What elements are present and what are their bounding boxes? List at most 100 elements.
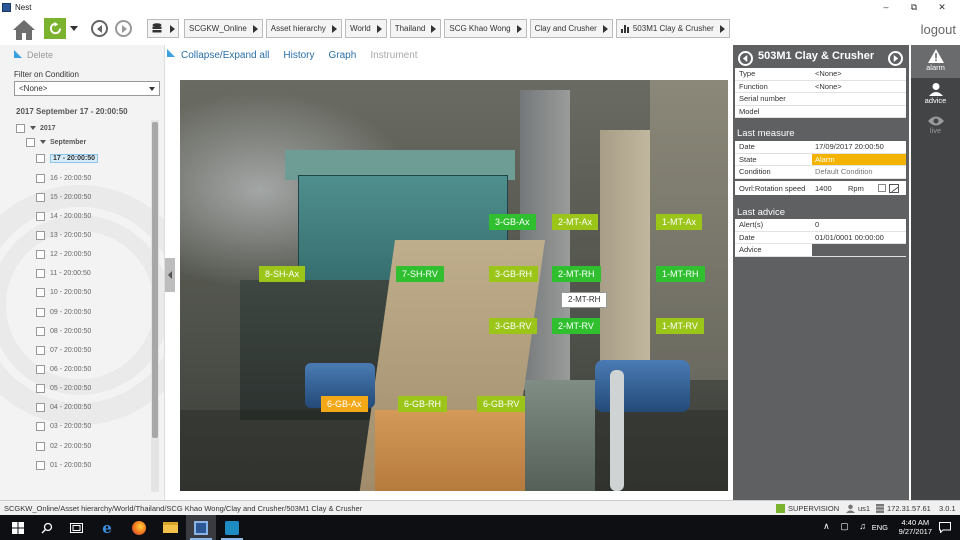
taskbar-search-button[interactable] [32, 515, 62, 540]
measurement-point-6-gb-rh[interactable]: 6-GB-RH [398, 396, 448, 412]
measurement-point-7-sh-rv[interactable]: 7-SH-RV [396, 266, 444, 282]
tree-checkbox[interactable] [36, 422, 45, 432]
measurement-point-1-mt-rh[interactable]: 1-MT-RH [656, 266, 705, 282]
tree-date-item[interactable]: 11 - 20:00:50 [36, 268, 91, 280]
tree-checkbox[interactable] [36, 153, 45, 163]
tree-date-item[interactable]: 08 - 20:00:50 [36, 325, 91, 337]
close-button[interactable]: ✕ [930, 0, 954, 14]
tree-checkbox[interactable] [36, 250, 45, 260]
tree-date-item[interactable]: 13 - 20:00:50 [36, 229, 91, 241]
tree-date-item[interactable]: 16 - 20:00:50 [36, 172, 91, 184]
tree-year-2017[interactable]: 2017 [16, 122, 56, 134]
tree-checkbox[interactable] [36, 326, 45, 336]
start-button[interactable] [3, 515, 33, 540]
tree-date-item[interactable]: 05 - 20:00:50 [36, 383, 91, 395]
breadcrumb-item[interactable]: World [344, 19, 387, 38]
expand-down-icon[interactable] [30, 126, 36, 130]
side-nav-live[interactable]: live [911, 116, 960, 146]
logout-link[interactable]: logout [921, 22, 956, 37]
tree-checkbox[interactable] [36, 230, 45, 240]
tree-date-item[interactable]: 14 - 20:00:50 [36, 210, 91, 222]
collapse-panel-handle[interactable] [165, 258, 175, 292]
taskbar-firefox-button[interactable] [124, 515, 154, 540]
previous-asset-button[interactable] [738, 51, 753, 66]
delete-button[interactable]: Delete [27, 50, 53, 60]
measurement-point-2-mt-rh[interactable]: 2-MT-RH [552, 266, 601, 282]
tree-date-item[interactable]: 10 - 20:00:50 [36, 287, 91, 299]
tab-instrument[interactable]: Instrument [370, 50, 417, 61]
next-asset-button[interactable] [888, 51, 903, 66]
taskbar-app-button[interactable] [217, 515, 247, 540]
tree-date-item[interactable]: 07 - 20:00:50 [36, 344, 91, 356]
tree-checkbox[interactable] [36, 173, 45, 183]
tree-date-item[interactable]: 09 - 20:00:50 [36, 306, 91, 318]
side-nav-advice[interactable]: advice [911, 82, 960, 114]
tree-checkbox[interactable] [36, 211, 45, 221]
tree-checkbox[interactable] [36, 192, 45, 202]
tree-date-selected[interactable]: 17 - 20:00:50 [36, 152, 99, 164]
measurement-point-2-mt-rv[interactable]: 2-MT-RV [552, 318, 600, 334]
tree-checkbox[interactable] [36, 307, 45, 317]
breadcrumb-item[interactable]: Clay and Crusher [529, 19, 613, 38]
refresh-button[interactable] [44, 18, 66, 39]
taskbar-clock[interactable]: 4:40 AM 9/27/2017 [899, 518, 932, 536]
refresh-dropdown-icon[interactable] [70, 26, 78, 31]
measurement-point-3-gb-rv[interactable]: 3-GB-RV [489, 318, 538, 334]
tree-checkbox[interactable] [36, 288, 45, 298]
tree-date-item[interactable]: 06 - 20:00:50 [36, 364, 91, 376]
taskbar-nest-button[interactable] [186, 515, 216, 540]
breadcrumb-item[interactable]: Asset hierarchy [265, 19, 342, 38]
taskbar-edge-button[interactable]: e [92, 515, 122, 540]
tree-date-item[interactable]: 03 - 20:00:50 [36, 421, 91, 433]
notifications-button[interactable] [930, 515, 960, 540]
measurement-point-3-gb-ax[interactable]: 3-GB-Ax [489, 214, 536, 230]
measurement-point-6-gb-ax[interactable]: 6-GB-Ax [321, 396, 368, 412]
tree-checkbox[interactable] [26, 137, 35, 147]
tab-collapse-expand-all[interactable]: Collapse/Expand all [181, 50, 269, 61]
taskbar-explorer-button[interactable] [155, 515, 185, 540]
tree-checkbox[interactable] [36, 345, 45, 355]
tree-checkbox[interactable] [36, 365, 45, 374]
measurement-checkbox[interactable] [878, 184, 886, 192]
breadcrumb-item[interactable]: SCGKW_Online [184, 19, 263, 38]
tree-month-september[interactable]: September [26, 136, 86, 148]
breadcrumb-item[interactable]: SCG Khao Wong [444, 19, 527, 38]
breadcrumb-item[interactable]: Thailand [389, 19, 442, 38]
measurement-point-3-gb-rh[interactable]: 3-GB-RH [489, 266, 539, 282]
tree-checkbox[interactable] [36, 403, 45, 413]
scrollbar-thumb[interactable] [152, 122, 158, 438]
measurement-point-1-mt-ax[interactable]: 1-MT-Ax [656, 214, 703, 230]
tab-history[interactable]: History [283, 50, 314, 61]
tree-checkbox[interactable] [16, 123, 25, 133]
side-nav-alarm[interactable]: alarm [911, 45, 960, 78]
language-indicator[interactable]: ENG [872, 523, 888, 532]
back-button[interactable] [91, 20, 108, 37]
tree-date-item[interactable]: 01 - 20:00:50 [36, 459, 91, 471]
minimize-button[interactable]: – [874, 0, 898, 14]
tree-checkbox[interactable] [36, 384, 45, 394]
tree-date-item[interactable]: 15 - 20:00:50 [36, 191, 91, 203]
forward-button[interactable] [115, 20, 132, 37]
system-tray-icons[interactable]: ∧ ▢ ♫ [823, 521, 870, 532]
expand-down-icon[interactable] [40, 140, 46, 144]
trend-chart-icon[interactable] [889, 183, 899, 193]
tree-date-item[interactable]: 12 - 20:00:50 [36, 249, 91, 261]
measurement-point-1-mt-rv[interactable]: 1-MT-RV [656, 318, 704, 334]
measurement-point-2-mt-ax[interactable]: 2-MT-Ax [552, 214, 599, 230]
condition-filter-select[interactable]: <None> [14, 81, 160, 96]
tree-checkbox[interactable] [36, 269, 45, 279]
maximize-button[interactable]: ⧉ [902, 0, 926, 14]
task-view-button[interactable] [61, 515, 91, 540]
tree-date-item[interactable]: 02 - 20:00:50 [36, 440, 91, 452]
measurement-point-8-sh-ax[interactable]: 8-SH-Ax [259, 266, 306, 282]
tree-scrollbar[interactable] [151, 120, 159, 492]
tab-graph[interactable]: Graph [329, 50, 357, 61]
tree-checkbox[interactable] [36, 441, 45, 451]
measurement-point-6-gb-rv[interactable]: 6-GB-RV [477, 396, 526, 412]
database-selector[interactable] [147, 19, 179, 38]
home-icon[interactable] [12, 19, 36, 41]
breadcrumb-item[interactable]: 503M1 Clay & Crusher [615, 19, 730, 38]
tree-date-item[interactable]: 04 - 20:00:50 [36, 402, 91, 414]
tree-checkbox[interactable] [36, 460, 45, 470]
measurement-point-2-mt-rh[interactable]: 2-MT-RH [561, 292, 608, 308]
